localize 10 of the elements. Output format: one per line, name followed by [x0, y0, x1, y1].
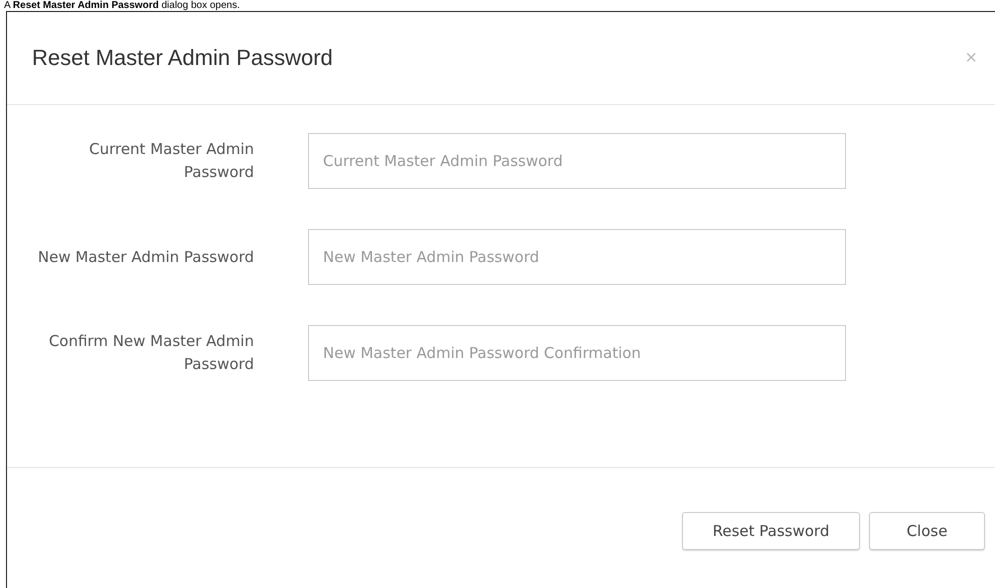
reset-password-button[interactable]: Reset Password [682, 512, 860, 550]
caption-text: A Reset Master Admin Password dialog box opens. [3, 0, 241, 11]
close-dialog-button[interactable]: Close [869, 512, 985, 550]
password-field[interactable]: New Master Admin Password [308, 229, 846, 285]
password-field[interactable]: Current Master Admin Password [308, 133, 846, 189]
dialog-title: Reset Master Admin Password [32, 45, 333, 71]
field-label: New Master Admin Password [36, 246, 254, 268]
field-label: Current Master Admin Password [88, 139, 254, 183]
password-field[interactable]: New Master Admin Password Confirmation [308, 325, 846, 381]
field-label: Confirm New Master Admin Password [48, 331, 254, 375]
